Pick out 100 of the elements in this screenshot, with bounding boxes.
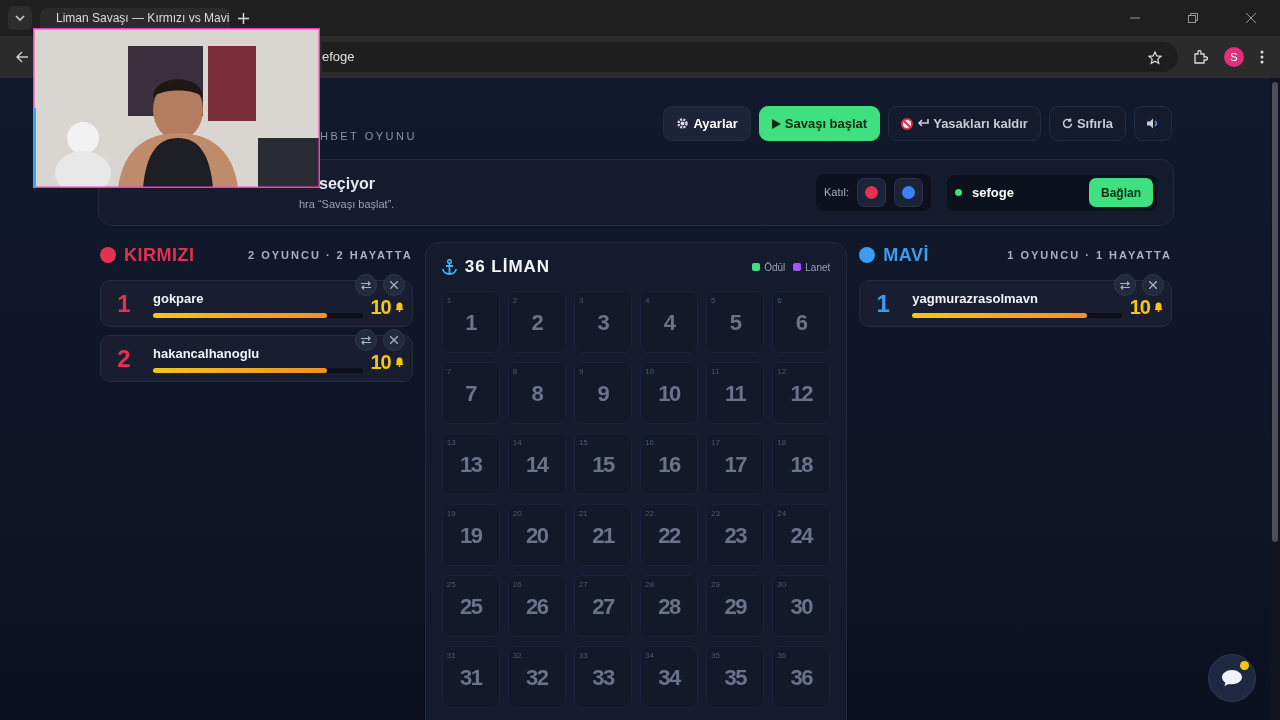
return-arrow-icon	[917, 117, 930, 128]
page-subtitle: HBET OYUNU	[320, 128, 417, 144]
join-team-button[interactable]	[857, 178, 886, 207]
port-label: 13	[460, 450, 482, 479]
port-tile[interactable]: 14 14	[507, 433, 566, 495]
port-tile[interactable]: 34 34	[640, 646, 699, 708]
gear-icon	[676, 117, 690, 130]
port-number: 2	[512, 295, 518, 307]
port-label: 24	[790, 521, 812, 550]
back-arrow-icon	[16, 51, 28, 63]
port-number: 10	[645, 366, 654, 378]
team-summary: 2 OYUNCU · 2 HAYATTA	[248, 247, 413, 263]
remove-player-button[interactable]	[382, 329, 405, 351]
board-title: 36 LİMAN	[464, 256, 551, 279]
port-tile[interactable]: 11 11	[706, 362, 765, 424]
lives-count: 10	[370, 349, 391, 375]
port-tile[interactable]: 35 35	[706, 646, 765, 708]
puzzle-icon[interactable]	[1194, 50, 1208, 64]
port-label: 23	[724, 521, 746, 550]
port-tile[interactable]: 32 32	[507, 646, 566, 708]
port-number: 31	[446, 650, 456, 662]
status-hint: hra “Savaşı başlat”.	[299, 197, 395, 213]
port-tile[interactable]: 21 21	[573, 504, 632, 566]
remove-player-button[interactable]	[1142, 274, 1164, 296]
sound-button[interactable]	[1134, 106, 1172, 141]
port-label: 4	[663, 308, 675, 337]
swap-team-button[interactable]	[354, 274, 377, 296]
browser-tab[interactable]: Liman Savaşı — Kırmızı vs Mavi	[40, 8, 230, 28]
chat-bubble-icon	[1221, 669, 1243, 687]
port-tile[interactable]: 20 20	[507, 504, 566, 566]
port-tile[interactable]: 36 36	[772, 646, 831, 708]
port-number: 15	[578, 437, 588, 449]
tab-title: Liman Savaşı — Kırmızı vs Mavi	[56, 10, 230, 27]
remove-player-button[interactable]	[382, 274, 405, 296]
restore-icon[interactable]	[1188, 13, 1198, 23]
swap-team-button[interactable]	[1114, 274, 1136, 296]
join-team-button[interactable]	[894, 178, 923, 207]
scrollbar-track[interactable]	[1270, 78, 1280, 720]
toolbar-button[interactable]: Sıfırla	[1048, 106, 1126, 141]
port-tile[interactable]: 22 22	[640, 504, 699, 566]
port-tile[interactable]: 2 2	[507, 291, 566, 353]
new-tab-icon[interactable]	[238, 12, 249, 24]
swap-arrows-icon	[360, 335, 371, 345]
port-label: 17	[724, 450, 746, 479]
player-rank: 2	[116, 343, 132, 374]
chevron-down-icon	[15, 15, 25, 21]
team-summary: 1 OYUNCU · 1 HAYATTA	[1007, 247, 1172, 263]
port-number: 36	[777, 650, 787, 662]
toolbar-button[interactable]: Savaşı başlat	[758, 106, 881, 141]
port-number: 22	[645, 508, 654, 520]
port-tile[interactable]: 26 26	[507, 575, 566, 637]
port-tile[interactable]: 15 15	[573, 433, 632, 495]
port-label: 27	[592, 592, 614, 621]
lives-count: 10	[370, 294, 391, 320]
toolbar-button[interactable]: Yasakları kaldır	[888, 106, 1041, 141]
address-bar[interactable]: efoge	[322, 42, 1178, 72]
port-tile[interactable]: 12 12	[772, 362, 831, 424]
swap-team-button[interactable]	[354, 329, 377, 351]
channel-field[interactable]: sefoge Bağlan	[947, 174, 1157, 211]
port-label: 28	[658, 592, 680, 621]
port-label: 25	[460, 592, 482, 621]
port-tile[interactable]: 16 16	[640, 433, 699, 495]
port-label: 31	[460, 663, 482, 692]
legend-label: Ödül	[764, 260, 786, 275]
tab-list-button[interactable]	[8, 6, 32, 30]
profile-avatar[interactable]: S	[1224, 47, 1244, 67]
port-number: 11	[711, 366, 720, 378]
port-label: 3	[597, 308, 609, 337]
port-label: 8	[531, 379, 543, 408]
star-icon[interactable]	[1148, 50, 1162, 65]
port-tile[interactable]: 17 17	[706, 433, 765, 495]
port-number: 35	[711, 650, 720, 662]
team-name: MAVİ	[883, 243, 929, 267]
port-number: 5	[711, 295, 716, 307]
scrollbar-thumb[interactable]	[1272, 82, 1278, 542]
anchor-icon	[441, 259, 457, 275]
close-icon[interactable]	[1246, 13, 1256, 23]
port-label: 9	[597, 379, 609, 408]
port-number: 18	[777, 437, 787, 449]
status-title: seçiyor	[319, 174, 377, 195]
port-tile[interactable]: 18 18	[772, 433, 831, 495]
port-label: 32	[526, 663, 548, 692]
port-tile[interactable]: 10 10	[640, 362, 699, 424]
port-tile[interactable]: 31 31	[441, 646, 500, 708]
port-number: 12	[777, 366, 787, 378]
back-button[interactable]	[16, 51, 28, 63]
port-number: 21	[578, 508, 588, 520]
port-tile[interactable]: 24 24	[772, 504, 831, 566]
port-label: 14	[526, 450, 548, 479]
port-tile[interactable]: 5 5	[706, 291, 765, 353]
port-number: 24	[777, 508, 787, 520]
port-label: 6	[795, 308, 807, 337]
port-label: 35	[724, 663, 746, 692]
toolbar-button[interactable]: Ayarlar	[663, 106, 751, 141]
port-label: 5	[729, 308, 741, 337]
bell-icon	[394, 356, 404, 367]
port-number: 25	[446, 579, 456, 591]
connect-button[interactable]: Bağlan	[1089, 178, 1153, 207]
more-menu-icon[interactable]	[1260, 50, 1264, 64]
port-tile[interactable]: 25 25	[441, 575, 500, 637]
